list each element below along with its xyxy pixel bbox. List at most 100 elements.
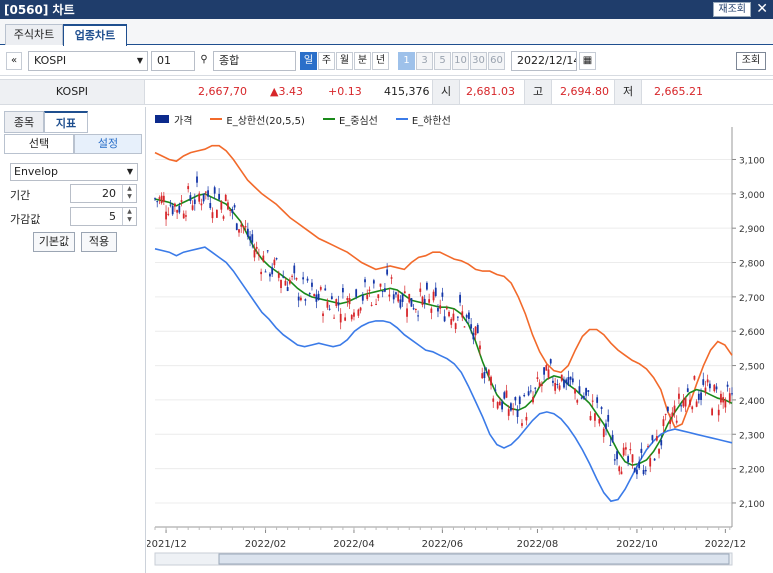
candle-body xyxy=(441,292,444,297)
candle-body xyxy=(459,294,461,303)
candle-body xyxy=(660,440,663,446)
query-button[interactable]: 조회 xyxy=(736,52,766,70)
candle-body xyxy=(406,308,408,317)
candle-body xyxy=(171,205,174,215)
tab-sector-chart[interactable]: 업종차트 xyxy=(63,24,127,46)
candle-body xyxy=(481,373,484,379)
candle-body xyxy=(408,293,411,303)
candle-body xyxy=(379,283,382,287)
candle-body xyxy=(434,287,437,297)
market-select-value: KOSPI xyxy=(34,54,67,67)
candle-body xyxy=(253,250,256,258)
candle-body xyxy=(708,383,711,389)
candle-body xyxy=(536,377,539,379)
period-year[interactable]: 년 xyxy=(372,52,389,70)
x-tick-label: 2022/08 xyxy=(517,539,559,550)
candle-body xyxy=(297,296,300,301)
period-day[interactable]: 일 xyxy=(300,52,317,70)
date-input[interactable]: 2022/12/14 xyxy=(511,51,577,71)
candle-body xyxy=(313,294,316,297)
candle-body xyxy=(162,195,165,202)
candle-body xyxy=(209,202,212,209)
x-tick-label: 2022/06 xyxy=(422,539,464,550)
y-tick-label: 2,300 xyxy=(739,431,765,441)
candle-body xyxy=(682,400,685,407)
close-icon[interactable]: ✕ xyxy=(756,0,768,19)
candle-body xyxy=(711,408,714,416)
interval-1[interactable]: 1 xyxy=(398,52,415,70)
candle-body xyxy=(375,303,377,305)
tab-items[interactable]: 종목 xyxy=(4,111,44,133)
candle-body xyxy=(182,213,185,219)
candle-body xyxy=(547,369,550,378)
candle-body xyxy=(695,401,698,407)
interval-5[interactable]: 5 xyxy=(434,52,451,70)
candle-body xyxy=(483,372,486,379)
indicator-select[interactable]: Envelop ▼ xyxy=(10,163,138,181)
market-select[interactable]: KOSPI ▼ xyxy=(28,51,148,71)
interval-10[interactable]: 10 xyxy=(452,52,469,70)
code-input[interactable]: 01 xyxy=(151,51,195,71)
window-titlebar: [0560] 차트 재조회 ✕ xyxy=(0,0,773,19)
candle-body xyxy=(671,412,674,418)
candle-body xyxy=(715,386,718,390)
candle-body xyxy=(410,298,413,307)
candle-body xyxy=(658,448,660,454)
candle-body xyxy=(200,203,203,206)
candle-body xyxy=(392,294,395,300)
low-label: 저 xyxy=(614,80,642,104)
candle-body xyxy=(193,199,196,205)
candle-body xyxy=(308,293,311,295)
search-icon[interactable]: ⚲ xyxy=(196,52,212,70)
candle-body xyxy=(443,316,446,322)
candle-body xyxy=(649,458,652,467)
tab-stock-chart[interactable]: 주식차트 xyxy=(5,24,63,45)
interval-30[interactable]: 30 xyxy=(470,52,487,70)
period-month[interactable]: 월 xyxy=(336,52,353,70)
candle-body xyxy=(662,419,665,427)
candle-body xyxy=(242,226,245,228)
interval-3[interactable]: 3 xyxy=(416,52,433,70)
calendar-icon[interactable]: ▦ xyxy=(579,52,596,70)
candle-body xyxy=(647,446,649,448)
tab-indicators[interactable]: 지표 xyxy=(44,111,88,133)
candle-body xyxy=(160,195,163,203)
chart-area[interactable]: 가격 E_상한선(20,5,5) E_중심선 E_하한선 3,100 3,000 2… xyxy=(147,107,773,573)
candle-body xyxy=(675,420,678,423)
candle-body xyxy=(173,203,176,207)
candle-body xyxy=(510,403,512,411)
candle-body xyxy=(255,246,258,249)
period-stepper[interactable]: 20 ▲ ▼ xyxy=(70,184,137,203)
candle-body xyxy=(518,396,521,405)
candle-body xyxy=(680,405,683,407)
candle-body xyxy=(574,388,576,394)
candle-body xyxy=(288,279,291,284)
candle-body xyxy=(636,469,638,475)
collapse-icon[interactable]: « xyxy=(6,52,22,70)
candle-body xyxy=(176,210,179,213)
candle-body xyxy=(516,409,519,417)
change-rate: +0.13 xyxy=(328,85,362,98)
candle-body xyxy=(697,393,700,400)
interval-60[interactable]: 60 xyxy=(488,52,505,70)
price-chart[interactable]: 3,100 3,000 2,900 2,800 2,700 2,600 2,500 2,400… xyxy=(147,107,773,573)
candle-body xyxy=(731,393,733,395)
segment-select[interactable]: 선택 xyxy=(4,134,74,154)
segment-settings[interactable]: 설정 xyxy=(74,134,142,154)
open-price: 2,681.03 xyxy=(466,85,515,98)
candle-body xyxy=(180,200,183,202)
candle-body xyxy=(456,316,459,318)
series-line xyxy=(154,246,733,503)
candle-body xyxy=(258,254,260,256)
reinquire-button[interactable]: 재조회 xyxy=(713,2,751,17)
candle-body xyxy=(304,299,307,301)
apply-button[interactable]: 적용 xyxy=(81,232,117,252)
candle-body xyxy=(543,367,545,375)
period-week[interactable]: 주 xyxy=(318,52,335,70)
rate-stepper[interactable]: 5 ▲ ▼ xyxy=(70,207,137,226)
stepper-arrows-icon[interactable]: ▲ ▼ xyxy=(122,185,136,202)
default-button[interactable]: 기본값 xyxy=(33,232,75,252)
stepper-arrows-icon[interactable]: ▲ ▼ xyxy=(122,208,136,225)
candle-body xyxy=(222,216,225,219)
period-minute[interactable]: 분 xyxy=(354,52,371,70)
